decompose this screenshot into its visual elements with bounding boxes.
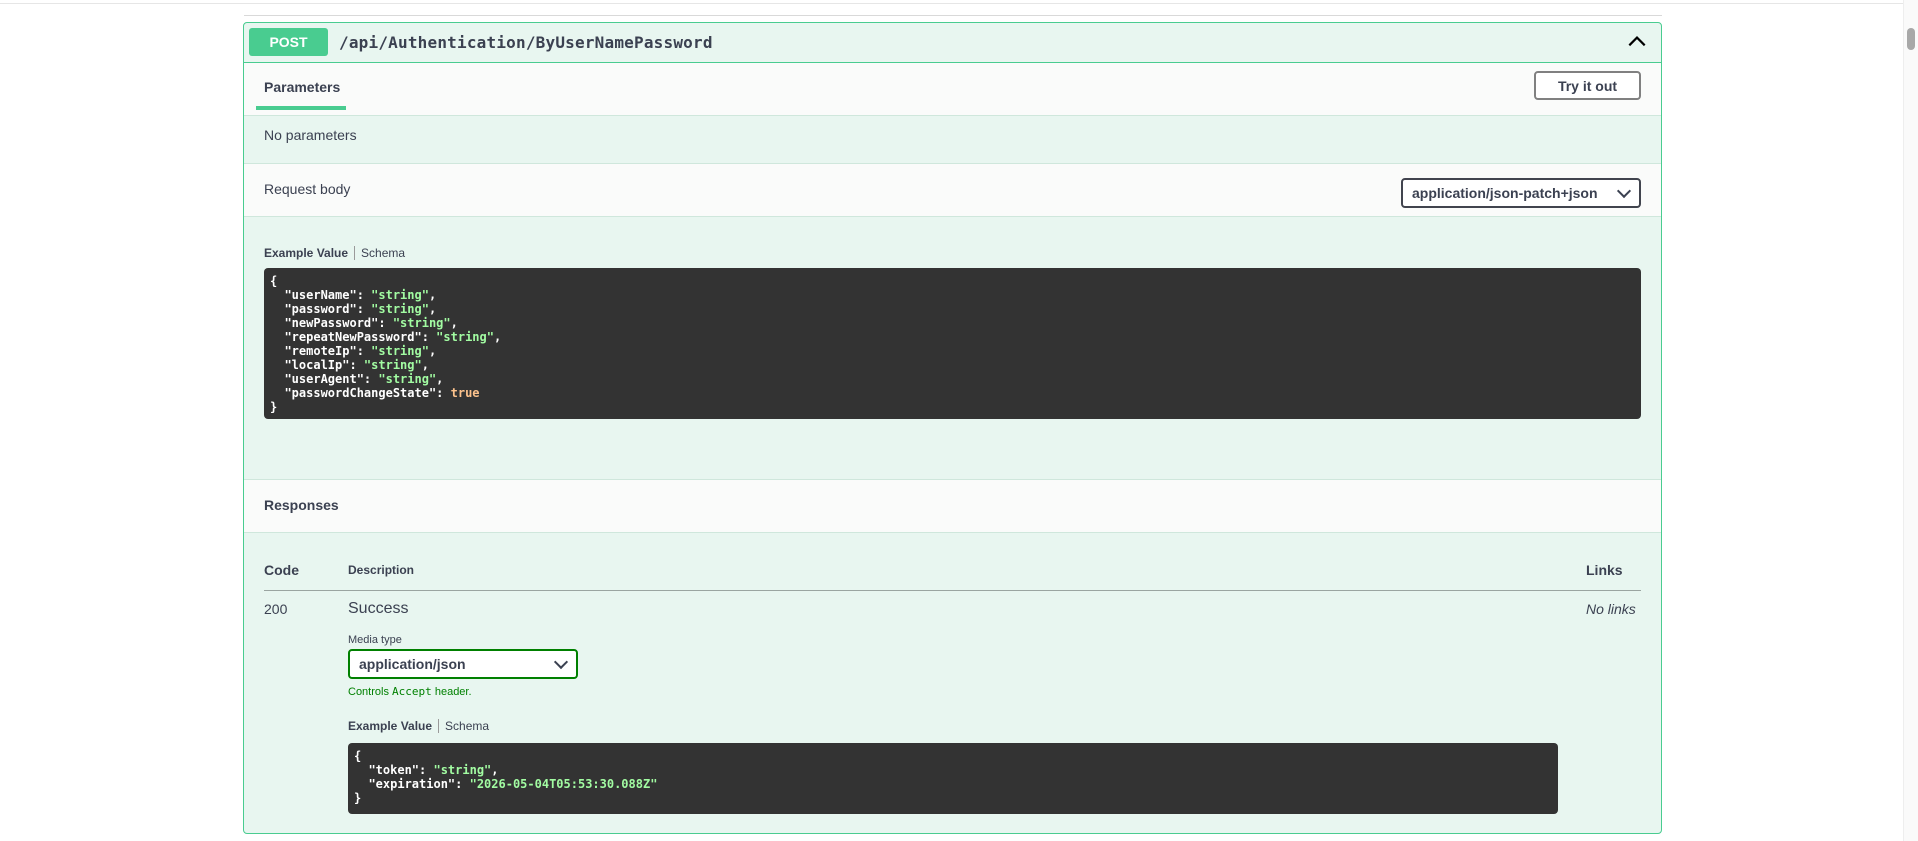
top-border [0, 0, 1918, 4]
tab-example-value[interactable]: Example Value [348, 719, 432, 733]
tab-schema[interactable]: Schema [445, 719, 489, 733]
media-type-select[interactable]: application/json [348, 649, 578, 679]
media-type-label: Media type [348, 634, 402, 646]
code-line: "expiration": "2026-05-04T05:53:30.088Z" [354, 777, 658, 791]
response-example-code: { "token": "string", "expiration": "2026… [348, 743, 1558, 814]
code-brace-open: { [270, 274, 278, 288]
code-brace-close: } [354, 791, 362, 805]
chevron-down-icon [1616, 183, 1632, 199]
code-line: "passwordChangeState": true [270, 386, 480, 400]
page-scrollbar[interactable] [1903, 0, 1918, 841]
table-header-divider [264, 590, 1641, 591]
controls-note-code: Accept [392, 685, 432, 698]
code-brace-close: } [270, 400, 278, 414]
col-header-description: Description [348, 563, 415, 577]
controls-note-suffix: header. [431, 686, 472, 698]
code-line: "newPassword": "string", [270, 316, 458, 330]
operation-block-post: POST /api/Authentication/ByUserNamePassw… [243, 22, 1662, 834]
tab-example-value[interactable]: Example Value [264, 246, 348, 260]
content-type-value: application/json-patch+json [1412, 185, 1598, 201]
code-line: "remoteIp": "string", [270, 344, 437, 358]
parameters-header: Parameters Try it out [244, 63, 1661, 116]
operation-path: /api/Authentication/ByUserNamePassword [339, 33, 713, 52]
controls-note-prefix: Controls [348, 686, 393, 698]
media-type-value: application/json [359, 656, 466, 672]
code-line: "localIp": "string", [270, 358, 429, 372]
no-parameters-text: No parameters [264, 127, 357, 143]
try-it-out-button[interactable]: Try it out [1534, 71, 1641, 100]
tab-schema[interactable]: Schema [361, 246, 405, 260]
operation-summary[interactable]: POST /api/Authentication/ByUserNamePassw… [244, 23, 1661, 63]
response-links: No links [1586, 601, 1636, 617]
http-method-badge: POST [249, 28, 328, 56]
controls-accept-note: Controls Accept header. [348, 685, 472, 698]
responses-title: Responses [264, 497, 339, 513]
content-type-select[interactable]: application/json-patch+json [1401, 178, 1641, 208]
scrollbar-thumb[interactable] [1907, 28, 1915, 50]
request-example-code: { "userName": "string", "password": "str… [264, 268, 1641, 419]
tab-divider [354, 246, 356, 260]
response-code: 200 [264, 601, 288, 617]
code-line: "userAgent": "string", [270, 372, 444, 386]
code-line: "password": "string", [270, 302, 437, 316]
code-line: "userName": "string", [270, 288, 437, 302]
col-header-code: Code [264, 562, 299, 578]
tab-parameters[interactable]: Parameters [264, 79, 340, 95]
tab-divider [438, 719, 440, 733]
request-body-header: Request body application/json-patch+json [244, 163, 1661, 217]
chevron-up-icon[interactable] [1626, 31, 1648, 53]
chevron-down-icon [553, 654, 569, 670]
code-brace-open: { [354, 749, 362, 763]
col-header-links: Links [1586, 562, 1623, 578]
request-body-title: Request body [264, 181, 351, 197]
section-divider [244, 15, 1662, 16]
request-example-tabs: Example Value Schema [264, 246, 405, 260]
response-description: Success [348, 600, 409, 617]
response-example-tabs: Example Value Schema [348, 719, 489, 733]
responses-header: Responses [244, 479, 1661, 533]
code-line: "token": "string", [354, 763, 499, 777]
tab-active-indicator [256, 106, 346, 110]
code-line: "repeatNewPassword": "string", [270, 330, 502, 344]
